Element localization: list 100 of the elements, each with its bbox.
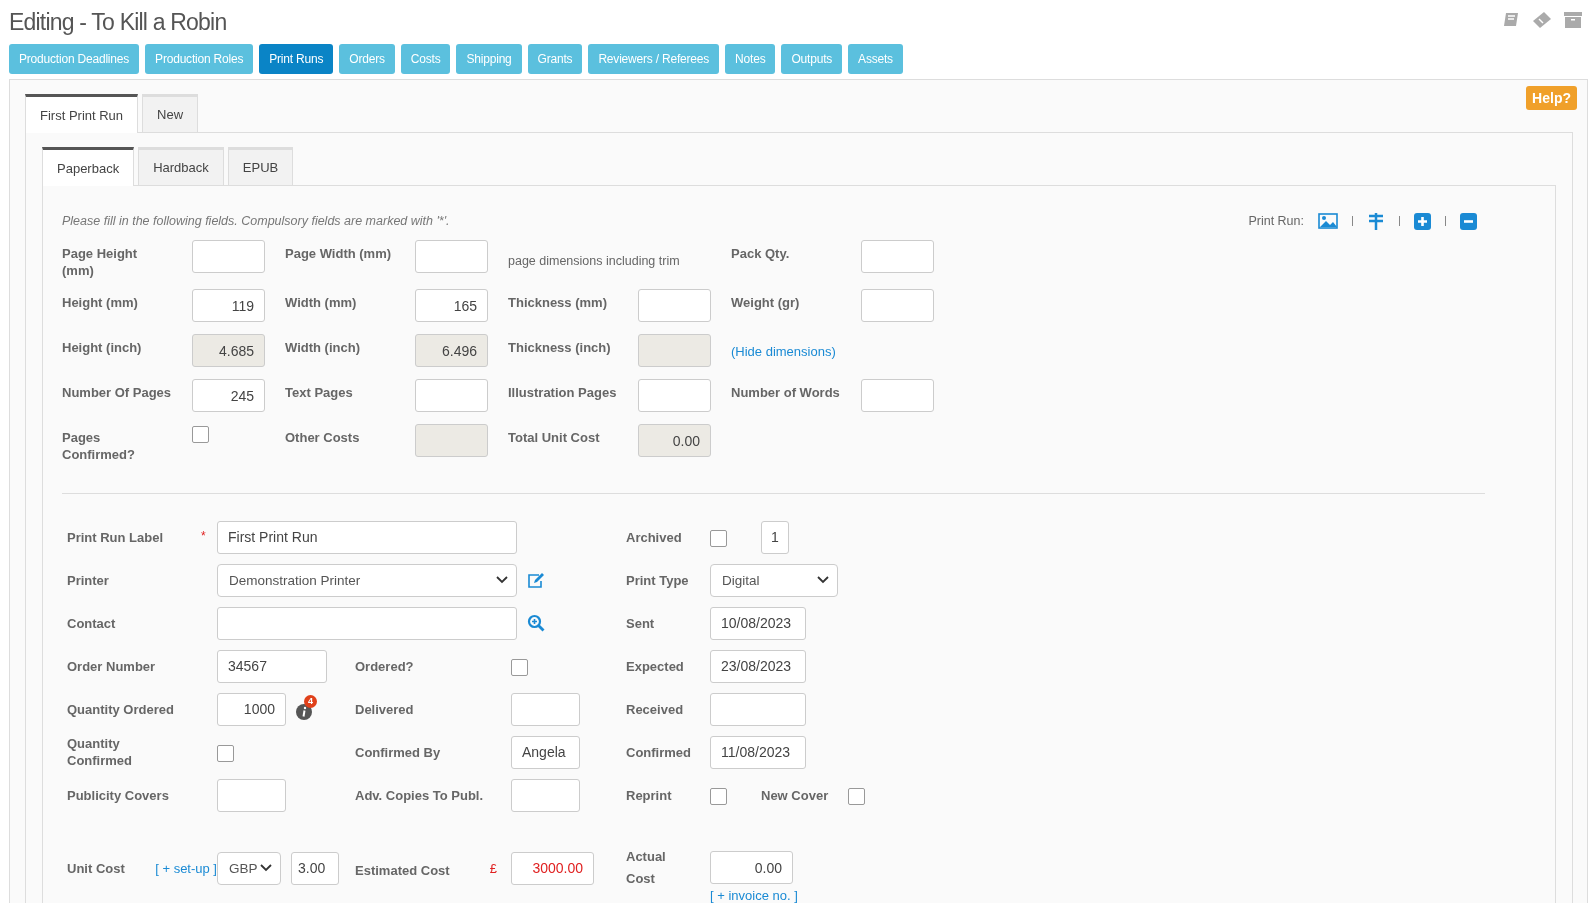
input-field[interactable]	[192, 240, 265, 273]
edit-icon[interactable]	[527, 572, 545, 588]
input-field[interactable]: 0.00	[638, 424, 711, 457]
print-run-tab[interactable]: First Print Run	[25, 94, 139, 133]
field-label: Sent	[626, 614, 656, 632]
field-label: Pages Confirmed?	[62, 429, 136, 463]
chevron-down-icon	[260, 864, 272, 872]
field-label: Confirmed	[626, 743, 692, 761]
field-label: Print Run Label	[67, 528, 165, 546]
chevron-down-icon	[496, 576, 508, 584]
field-label: Width (mm)	[285, 294, 358, 311]
hide-dimensions-link[interactable]: (Hide dimensions)	[731, 334, 934, 359]
input-field[interactable]: 165	[415, 289, 488, 322]
date-field[interactable]: 11/08/2023	[710, 735, 806, 769]
input-field[interactable]	[638, 334, 711, 367]
input-field[interactable]	[415, 424, 488, 457]
print-run-tab[interactable]: New	[142, 94, 199, 132]
nav-tab[interactable]: Print Runs	[259, 44, 334, 74]
add-icon[interactable]	[1414, 212, 1431, 230]
input-field[interactable]	[217, 778, 286, 812]
field-label: Number Of Pages	[62, 384, 172, 401]
input-field[interactable]: 3.00	[291, 851, 339, 885]
field-label: Weight (gr)	[731, 294, 801, 311]
field-label: Actual Cost	[626, 848, 666, 888]
field-label: Number of Words	[731, 384, 841, 401]
input-field[interactable]	[415, 379, 488, 412]
input-field[interactable]	[861, 240, 934, 273]
counter-field[interactable]: 1	[761, 520, 789, 554]
input-field[interactable]: First Print Run	[217, 520, 517, 554]
search-icon[interactable]	[527, 614, 545, 632]
ticket-icon[interactable]	[1532, 11, 1552, 29]
field-label: Reprint	[626, 786, 673, 804]
field-label: Height (inch)	[62, 339, 143, 356]
required-marker: *	[201, 528, 206, 543]
remove-icon[interactable]	[1460, 212, 1477, 230]
chevron-down-icon	[817, 576, 829, 584]
input-field[interactable]	[638, 379, 711, 412]
format-tab[interactable]: Hardback	[138, 147, 224, 185]
checkbox[interactable]	[710, 787, 727, 805]
date-field[interactable]	[710, 692, 806, 726]
field-label: Other Costs	[285, 429, 361, 446]
currency-select[interactable]: GBP	[217, 851, 281, 885]
field-label: Thickness (mm)	[508, 294, 608, 311]
input-field[interactable]: 1000	[217, 692, 286, 726]
date-field[interactable]: 10/08/2023	[710, 606, 806, 640]
checkbox[interactable]	[710, 529, 727, 547]
signpost-icon[interactable]	[1367, 212, 1385, 230]
field-label: Unit Cost	[67, 859, 126, 877]
input-field[interactable]: 3000.00	[511, 851, 594, 885]
field-label: Width (inch)	[285, 339, 361, 356]
format-tab[interactable]: EPUB	[227, 147, 294, 185]
checkbox[interactable]	[217, 744, 234, 762]
field-label: Total Unit Cost	[508, 429, 601, 446]
input-field[interactable]	[861, 289, 934, 322]
field-label: Archived	[626, 528, 683, 546]
field-label: Publicity Covers	[67, 786, 170, 804]
checkbox[interactable]	[511, 658, 528, 676]
input-field[interactable]: Angela	[511, 735, 580, 769]
page-title: Editing - To Kill a Robin	[9, 8, 227, 36]
checkbox[interactable]	[848, 787, 866, 805]
input-field[interactable]	[217, 606, 517, 640]
field-label: Estimated Cost	[355, 862, 450, 879]
field-label: Thickness (inch)	[508, 339, 612, 356]
input-field[interactable]: 4.685	[192, 334, 265, 367]
print-type-select[interactable]: Digital	[710, 563, 838, 597]
set-up-link[interactable]: [ + set-up ]	[155, 860, 217, 876]
field-label: New Cover	[761, 786, 829, 804]
field-label: Quantity Confirmed	[67, 735, 133, 769]
currency-symbol: £	[489, 860, 497, 876]
add-invoice-link[interactable]: [ + invoice no. ]	[710, 888, 798, 903]
field-label: Page Height (mm)	[62, 245, 139, 279]
input-field[interactable]	[415, 240, 488, 273]
input-field[interactable]: 6.496	[415, 334, 488, 367]
date-field[interactable]: 23/08/2023	[710, 649, 806, 683]
input-field[interactable]	[511, 692, 580, 726]
input-field[interactable]	[638, 289, 711, 322]
format-tab[interactable]: Paperback	[42, 147, 135, 186]
instructions-text: Please fill in the following fields. Compulsory fields are marked with '*'.	[62, 214, 450, 228]
input-field[interactable]: 245	[192, 379, 265, 412]
info-icon[interactable]	[296, 704, 312, 720]
input-field[interactable]: 34567	[217, 649, 327, 683]
field-label: Expected	[626, 657, 685, 675]
checkbox[interactable]	[192, 426, 209, 443]
printer-select[interactable]: Demonstration Printer	[217, 563, 517, 597]
archive-box-icon[interactable]	[1564, 11, 1582, 29]
field-label: Ordered?	[355, 657, 415, 675]
input-field[interactable]: 0.00	[710, 851, 793, 884]
field-label: Received	[626, 700, 685, 718]
input-field[interactable]	[861, 379, 934, 412]
field-label: Order Number	[67, 657, 157, 675]
image-icon[interactable]	[1318, 213, 1338, 229]
hint-text: page dimensions including trim	[508, 253, 681, 268]
input-field[interactable]	[511, 778, 580, 812]
input-field[interactable]: 119	[192, 289, 265, 322]
book-icon[interactable]	[1502, 11, 1520, 29]
field-label: Page Width (mm)	[285, 245, 393, 262]
field-label: Delivered	[355, 700, 415, 718]
field-label: Pack Qty.	[731, 245, 791, 262]
field-label: Height (mm)	[62, 294, 139, 311]
field-label: Confirmed By	[355, 743, 442, 761]
